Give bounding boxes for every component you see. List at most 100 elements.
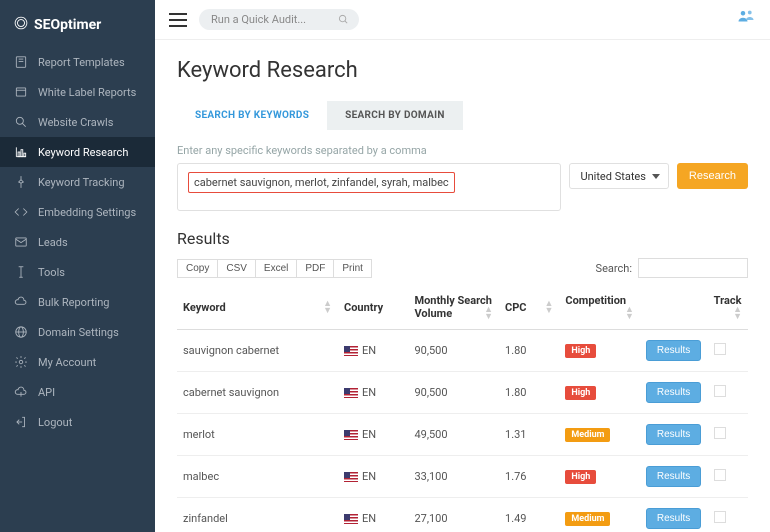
col-volume[interactable]: Monthly Search Volume▲▼	[408, 286, 499, 330]
template-icon	[14, 55, 28, 69]
sidebar-item-label: Bulk Reporting	[38, 296, 109, 309]
tab-search-domain[interactable]: SEARCH BY DOMAIN	[327, 101, 463, 130]
brand-name: SEOptimer	[34, 17, 101, 33]
table-row: sauvignon cabernetEN90,5001.80HighResult…	[177, 330, 748, 372]
track-checkbox[interactable]	[714, 511, 726, 523]
table-row: merlotEN49,5001.31MediumResults	[177, 414, 748, 456]
sidebar-item-tools[interactable]: Tools	[0, 257, 155, 287]
whitelabel-icon	[14, 85, 28, 99]
cell-country: EN	[338, 414, 408, 456]
sidebar-item-label: Website Crawls	[38, 116, 113, 129]
row-results-button[interactable]: Results	[646, 466, 701, 487]
sidebar-item-label: White Label Reports	[38, 86, 136, 99]
user-icon[interactable]	[736, 8, 756, 31]
sidebar-item-my-account[interactable]: My Account	[0, 347, 155, 377]
sidebar-item-label: Leads	[38, 236, 68, 249]
brand-logo[interactable]: SEOptimer	[0, 8, 155, 47]
keywords-value: cabernet sauvignon, merlot, zinfandel, s…	[188, 172, 455, 193]
hamburger-icon[interactable]	[169, 13, 187, 27]
sidebar-item-label: Domain Settings	[38, 326, 119, 339]
sidebar-item-label: API	[38, 386, 55, 399]
sidebar: SEOptimer Report Templates White Label Re…	[0, 0, 155, 532]
keywords-input[interactable]: cabernet sauvignon, merlot, zinfandel, s…	[177, 163, 561, 211]
sidebar-item-label: My Account	[38, 356, 96, 369]
cell-cpc: 1.31	[499, 414, 559, 456]
sidebar-nav: Report Templates White Label Reports Websi…	[0, 47, 155, 437]
cell-competition: High	[559, 330, 640, 372]
col-cpc[interactable]: CPC▲▼	[499, 286, 559, 330]
track-checkbox[interactable]	[714, 385, 726, 397]
row-results-button[interactable]: Results	[646, 424, 701, 445]
competition-badge: High	[565, 470, 596, 484]
col-results	[640, 286, 708, 330]
crawl-icon	[14, 115, 28, 129]
cell-keyword: malbec	[177, 456, 338, 498]
col-keyword[interactable]: Keyword▲▼	[177, 286, 338, 330]
research-button[interactable]: Research	[677, 163, 748, 189]
quick-audit-placeholder: Run a Quick Audit...	[211, 13, 306, 26]
sidebar-item-leads[interactable]: Leads	[0, 227, 155, 257]
export-csv-button[interactable]: CSV	[217, 259, 256, 278]
sidebar-item-api[interactable]: API	[0, 377, 155, 407]
tab-search-keywords[interactable]: SEARCH BY KEYWORDS	[177, 101, 327, 130]
track-checkbox[interactable]	[714, 427, 726, 439]
row-results-button[interactable]: Results	[646, 382, 701, 403]
sort-icon: ▲▼	[544, 301, 553, 315]
chart-icon	[14, 145, 28, 159]
table-search-input[interactable]	[638, 258, 748, 278]
cell-competition: Medium	[559, 414, 640, 456]
cell-competition: High	[559, 456, 640, 498]
sidebar-item-keyword-tracking[interactable]: Keyword Tracking	[0, 167, 155, 197]
table-row: malbecEN33,1001.76HighResults	[177, 456, 748, 498]
table-row: cabernet sauvignonEN90,5001.80HighResult…	[177, 372, 748, 414]
sidebar-item-embedding-settings[interactable]: Embedding Settings	[0, 197, 155, 227]
track-checkbox[interactable]	[714, 469, 726, 481]
results-title: Results	[177, 229, 748, 248]
cell-volume: 33,100	[408, 456, 499, 498]
competition-badge: High	[565, 386, 596, 400]
sidebar-item-label: Tools	[38, 266, 65, 279]
globe-icon	[14, 325, 28, 339]
sidebar-item-domain-settings[interactable]: Domain Settings	[0, 317, 155, 347]
col-country[interactable]: Country	[338, 286, 408, 330]
track-checkbox[interactable]	[714, 343, 726, 355]
tabs: SEARCH BY KEYWORDS SEARCH BY DOMAIN	[177, 101, 748, 130]
tools-icon	[14, 265, 28, 279]
quick-audit-input[interactable]: Run a Quick Audit...	[199, 9, 359, 30]
col-competition[interactable]: Competition▲▼	[559, 286, 640, 330]
us-flag-icon	[344, 346, 358, 356]
export-pdf-button[interactable]: PDF	[296, 259, 334, 278]
sidebar-item-white-label-reports[interactable]: White Label Reports	[0, 77, 155, 107]
cell-volume: 90,500	[408, 330, 499, 372]
sidebar-item-logout[interactable]: Logout	[0, 407, 155, 437]
cell-keyword: zinfandel	[177, 498, 338, 532]
us-flag-icon	[344, 514, 358, 524]
us-flag-icon	[344, 472, 358, 482]
sort-icon: ▲▼	[625, 307, 634, 321]
search-icon	[338, 14, 349, 28]
cell-volume: 27,100	[408, 498, 499, 532]
export-copy-button[interactable]: Copy	[177, 259, 218, 278]
sort-icon: ▲▼	[733, 307, 742, 321]
cell-competition: High	[559, 372, 640, 414]
sidebar-item-website-crawls[interactable]: Website Crawls	[0, 107, 155, 137]
sidebar-item-bulk-reporting[interactable]: Bulk Reporting	[0, 287, 155, 317]
row-results-button[interactable]: Results	[646, 508, 701, 529]
export-excel-button[interactable]: Excel	[255, 259, 297, 278]
embed-icon	[14, 205, 28, 219]
cell-cpc: 1.80	[499, 372, 559, 414]
logout-icon	[14, 415, 28, 429]
row-results-button[interactable]: Results	[646, 340, 701, 361]
table-row: zinfandelEN27,1001.49MediumResults	[177, 498, 748, 532]
gear-icon	[14, 355, 28, 369]
cell-competition: Medium	[559, 498, 640, 532]
col-track[interactable]: Track▲▼	[708, 286, 748, 330]
input-hint: Enter any specific keywords separated by…	[177, 144, 748, 157]
sidebar-item-label: Embedding Settings	[38, 206, 136, 219]
cloud-icon	[14, 295, 28, 309]
sidebar-item-report-templates[interactable]: Report Templates	[0, 47, 155, 77]
cell-keyword: cabernet sauvignon	[177, 372, 338, 414]
sidebar-item-keyword-research[interactable]: Keyword Research	[0, 137, 155, 167]
country-select[interactable]: United States	[569, 163, 668, 189]
export-print-button[interactable]: Print	[333, 259, 372, 278]
